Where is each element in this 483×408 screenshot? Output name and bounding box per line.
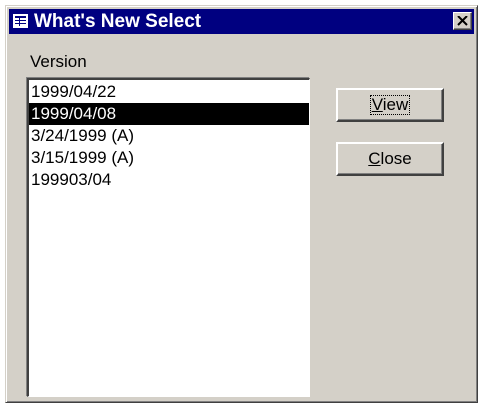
window-title: What's New Select — [34, 11, 202, 32]
close-button[interactable]: Close — [336, 142, 444, 176]
view-mnemonic: V — [371, 95, 383, 114]
close-label-rest: lose — [380, 149, 412, 168]
view-button[interactable]: View — [336, 88, 444, 122]
list-item[interactable]: 3/15/1999 (A) — [29, 147, 309, 169]
close-icon — [457, 16, 468, 26]
title-bar[interactable]: What's New Select — [9, 9, 474, 34]
close-window-button[interactable] — [453, 12, 472, 30]
focus-rectangle: View — [369, 95, 411, 115]
version-label: Version — [30, 52, 87, 71]
list-item[interactable]: 1999/04/22 — [29, 81, 309, 103]
whats-new-select-dialog: What's New Select Version 1999/04/22 199… — [5, 5, 478, 403]
view-label-rest: iew — [382, 95, 409, 114]
close-mnemonic: C — [368, 149, 381, 168]
list-item-selected[interactable]: 1999/04/08 — [29, 103, 309, 125]
list-item[interactable]: 3/24/1999 (A) — [29, 125, 309, 147]
version-listbox[interactable]: 1999/04/22 1999/04/08 3/24/1999 (A) 3/15… — [27, 78, 310, 397]
form-icon — [13, 14, 28, 28]
list-item[interactable]: 199903/04 — [29, 169, 309, 191]
